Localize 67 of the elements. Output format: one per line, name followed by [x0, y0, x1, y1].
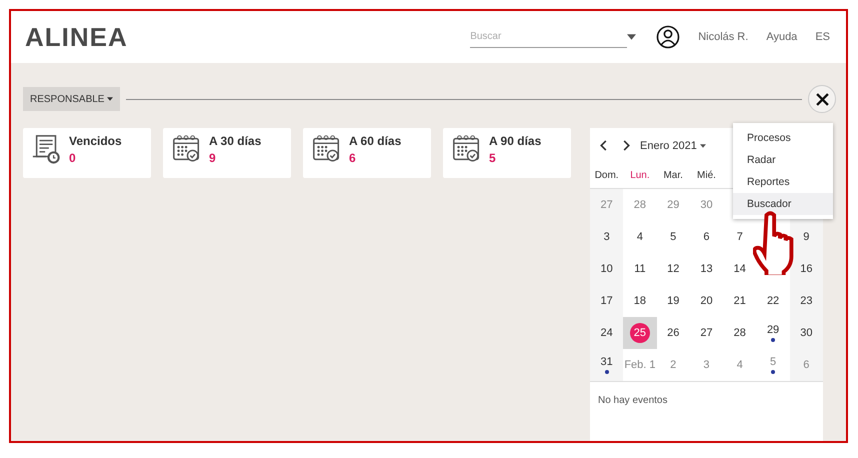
chevron-right-icon — [622, 140, 630, 151]
calendar-day[interactable]: 6 — [703, 231, 710, 243]
calendar-day[interactable]: 31 — [600, 356, 613, 368]
calendar-day[interactable]: 30 — [800, 327, 812, 339]
calendar-day[interactable]: 23 — [800, 295, 812, 307]
header-link[interactable]: Ayuda — [766, 31, 798, 43]
menu-item[interactable]: Buscador — [733, 193, 833, 215]
calendar-day[interactable]: 24 — [600, 327, 613, 339]
weekday-label: Dom. — [594, 170, 619, 181]
calendar-day[interactable]: 3 — [604, 231, 610, 243]
calendar-day[interactable]: 2 — [670, 359, 676, 371]
calendar-day[interactable]: 25 — [630, 323, 650, 343]
calendar-day[interactable]: 27 — [700, 327, 713, 339]
calendar-day[interactable]: 26 — [667, 327, 680, 339]
responsable-dropdown[interactable]: RESPONSABLE — [23, 87, 120, 111]
user-avatar-icon — [656, 25, 680, 49]
card-count: 6 — [349, 151, 357, 165]
empty-events-text: No hay eventos — [598, 395, 668, 406]
weekday-label: Mar. — [663, 170, 683, 181]
calendar-day[interactable]: 16 — [800, 263, 812, 275]
card-count: 9 — [209, 151, 217, 165]
calendar-day[interactable]: 20 — [700, 295, 713, 307]
header-link[interactable]: ES — [815, 31, 830, 43]
calendar-day[interactable]: 22 — [766, 295, 780, 307]
menu-item[interactable]: Radar — [733, 149, 833, 171]
chevron-left-icon — [600, 140, 608, 151]
user-name[interactable]: Nicolás R. — [698, 31, 748, 43]
calendar-day[interactable]: 29 — [667, 199, 680, 211]
close-button[interactable] — [808, 85, 836, 113]
card-title: A 30 días — [209, 134, 262, 148]
calendar-day[interactable]: 5 — [670, 231, 676, 243]
calendar-day[interactable]: 4 — [736, 359, 743, 371]
calendar-day[interactable]: 5 — [770, 356, 776, 368]
calendar-day[interactable]: 17 — [600, 295, 613, 307]
calendar-day[interactable]: Feb. 1 — [624, 359, 656, 371]
calendar-day[interactable]: 4 — [636, 231, 643, 243]
calendar-day[interactable]: 18 — [634, 295, 646, 307]
calendar-day[interactable]: 21 — [734, 295, 746, 307]
card-title: A 60 días — [349, 134, 402, 148]
calendar-day[interactable]: 13 — [700, 263, 713, 275]
calendar-day[interactable]: 7 — [736, 231, 743, 243]
caret-icon — [627, 34, 636, 40]
menu-item[interactable]: Reportes — [733, 171, 833, 193]
calendar-day[interactable]: 11 — [634, 263, 646, 275]
logo: ALINEA — [25, 22, 128, 52]
weekday-label: Mié. — [697, 170, 716, 181]
menu-item[interactable]: Procesos — [733, 127, 833, 149]
card-count: 5 — [489, 151, 497, 165]
month-selector[interactable]: Enero 2021 — [640, 140, 706, 152]
calendar-day[interactable]: 3 — [703, 359, 710, 371]
calendar-day[interactable]: 9 — [803, 231, 810, 243]
calendar-day[interactable]: 28 — [734, 327, 746, 339]
calendar-day[interactable]: 12 — [667, 263, 680, 275]
weekday-label: Lun. — [630, 170, 650, 181]
card-title: Vencidos — [69, 134, 122, 148]
calendar-day[interactable]: 14 — [734, 263, 746, 275]
calendar-day[interactable]: 30 — [700, 199, 713, 211]
search-field[interactable]: Buscar — [470, 26, 628, 48]
calendar-day[interactable]: 19 — [667, 295, 680, 307]
card-count: 0 — [69, 151, 77, 165]
calendar-day[interactable]: 10 — [600, 263, 613, 275]
calendar-day[interactable]: 29 — [766, 324, 780, 336]
caret-icon — [107, 97, 114, 101]
close-icon — [816, 92, 828, 106]
caret-icon — [700, 144, 706, 148]
card-title: A 90 días — [489, 134, 542, 148]
calendar-day[interactable]: 28 — [634, 199, 646, 211]
